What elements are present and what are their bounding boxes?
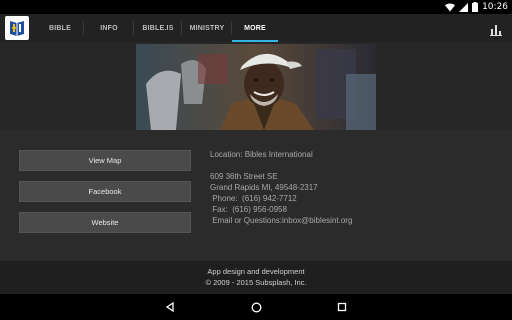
contact-section: View Map Facebook Website Location: Bibl… [0, 130, 512, 261]
email-text[interactable]: Email or Questions:inbox@biblesint.org [210, 215, 352, 226]
address-line-1: 609 36th Street SE [210, 172, 278, 181]
address-line-2: Grand Rapids MI, 49548-2317 [210, 183, 318, 192]
status-time: 10:26 [482, 2, 508, 12]
tab-bar: BIBLE INFO BIBLE.IS MINISTRY MORE [36, 14, 278, 42]
app-bar: BIBLE INFO BIBLE.IS MINISTRY MORE [0, 14, 512, 42]
view-map-button[interactable]: View Map [19, 150, 191, 171]
tab-label: INFO [100, 24, 118, 32]
tab-label: MINISTRY [189, 24, 225, 32]
footer: App design and development © 2009 - 2015… [0, 261, 512, 294]
hero-banner [0, 42, 512, 130]
bible-logo-icon[interactable] [5, 16, 29, 40]
footer-copyright: © 2009 - 2015 Subsplash, Inc. [205, 278, 307, 287]
hero-photo [136, 44, 376, 130]
phone-text[interactable]: Phone: (616) 942-7712 [210, 193, 352, 204]
battery-icon [472, 2, 479, 12]
facebook-button[interactable]: Facebook [19, 181, 191, 202]
wifi-icon [445, 2, 456, 12]
website-button[interactable]: Website [19, 212, 191, 233]
tab-bible-is[interactable]: BIBLE.IS [134, 14, 182, 42]
tab-ministry[interactable]: MINISTRY [182, 14, 232, 42]
status-bar: 10:26 [0, 0, 512, 14]
recents-icon[interactable] [334, 299, 350, 315]
tab-label: MORE [244, 24, 266, 32]
bar-chart-icon[interactable] [488, 20, 504, 36]
tab-label: BIBLE [49, 24, 71, 32]
system-nav-bar [0, 294, 512, 320]
tab-label: BIBLE.IS [142, 24, 174, 32]
back-icon[interactable] [162, 299, 178, 315]
tab-more[interactable]: MORE [232, 14, 278, 42]
location-text: Location: Bibles International [210, 150, 313, 159]
fax-text: Fax: (616) 956-0958 [210, 205, 287, 214]
contact-info: Location: Bibles International 609 36th … [210, 149, 352, 226]
tab-bible[interactable]: BIBLE [36, 14, 84, 42]
tab-info[interactable]: INFO [84, 14, 134, 42]
home-icon[interactable] [248, 299, 264, 315]
cell-signal-icon [459, 2, 469, 12]
status-icons: 10:26 [445, 1, 508, 13]
footer-credit: App design and development [207, 267, 305, 276]
